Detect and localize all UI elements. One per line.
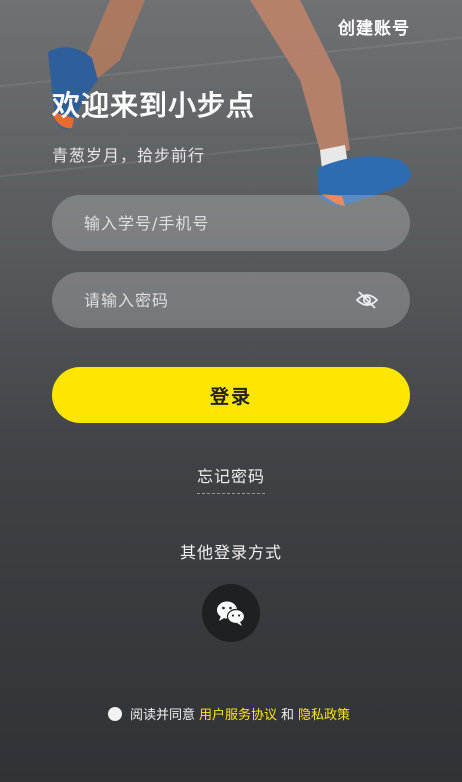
wechat-icon xyxy=(217,601,246,626)
privacy-link[interactable]: 隐私政策 xyxy=(298,704,350,723)
password-field[interactable] xyxy=(52,272,410,328)
forgot-password-link[interactable]: 忘记密码 xyxy=(196,463,265,494)
password-input[interactable] xyxy=(82,289,354,311)
wechat-login-button[interactable] xyxy=(202,584,260,642)
login-screen: 创建账号 欢迎来到小步点 青葱岁月，拾步前行 登录 忘记密码 其他登录方式 xyxy=(0,0,462,782)
other-login-label: 其他登录方式 xyxy=(179,543,282,562)
account-input[interactable] xyxy=(82,212,380,234)
welcome-subtitle: 青葱岁月，拾步前行 xyxy=(52,146,206,165)
login-button[interactable]: 登录 xyxy=(52,367,410,423)
agreement-prefix: 阅读并同意 xyxy=(129,708,195,723)
agreement-row: 阅读并同意 用户服务协议 和 隐私政策 xyxy=(0,704,462,723)
eye-off-icon[interactable] xyxy=(354,290,380,310)
forgot-password-row: 忘记密码 xyxy=(0,463,462,494)
welcome-title: 欢迎来到小步点 xyxy=(52,89,256,122)
agree-radio[interactable] xyxy=(107,706,122,721)
create-account-link[interactable]: 创建账号 xyxy=(338,14,410,39)
terms-link[interactable]: 用户服务协议 xyxy=(199,704,277,723)
agreement-and: 和 xyxy=(281,708,295,723)
account-field[interactable] xyxy=(52,195,410,251)
